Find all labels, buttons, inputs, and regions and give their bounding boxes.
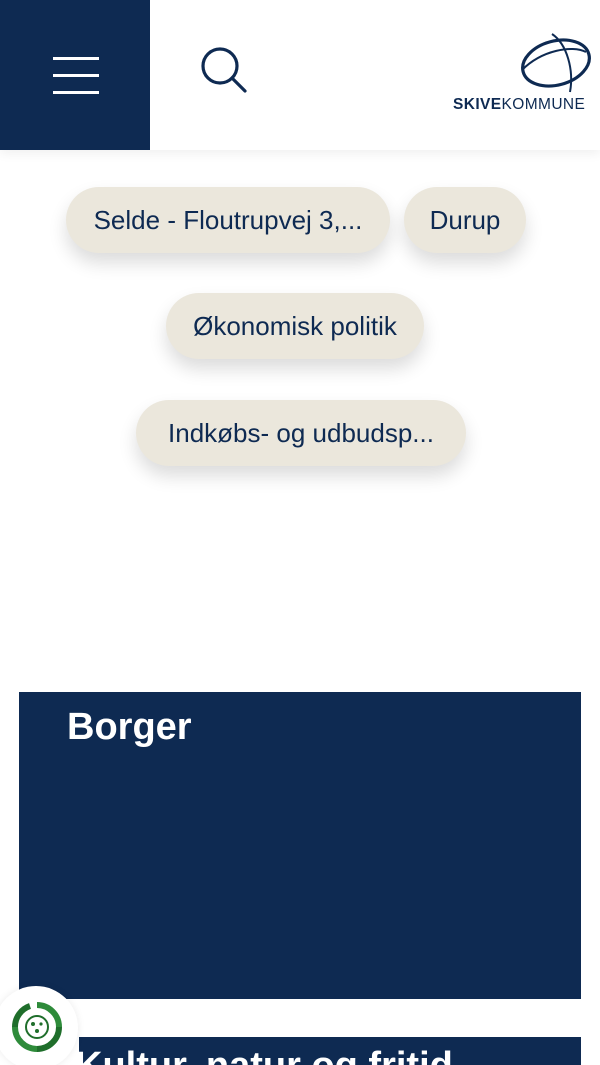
category-card-borger[interactable]: Borger (19, 692, 581, 999)
cookie-consent-icon (11, 1002, 62, 1052)
chip-okonomisk-politik[interactable]: Økonomisk politik (166, 293, 424, 359)
card-title: Borger (67, 706, 192, 748)
logo-text: SKIVEKOMMUNE (453, 96, 586, 113)
menu-button[interactable] (0, 0, 150, 150)
chip-selde-floutrupvej[interactable]: Selde - Floutrupvej 3,... (66, 187, 390, 253)
site-header: SKIVEKOMMUNE (0, 0, 600, 150)
card-title: Kultur, natur og fritid (79, 1045, 453, 1065)
search-icon (201, 47, 247, 93)
search-button[interactable] (198, 44, 250, 96)
skive-kommune-logo[interactable]: SKIVEKOMMUNE (450, 30, 595, 120)
hamburger-menu-icon-bar (53, 91, 99, 94)
hamburger-menu-icon-bar (53, 74, 99, 77)
logo-mark-icon (521, 33, 591, 93)
category-card-kultur[interactable]: Kultur, natur og fritid (79, 1037, 581, 1065)
chip-durup[interactable]: Durup (404, 187, 526, 253)
chip-indkobs-og-udbudspolitik[interactable]: Indkøbs- og udbudsp... (136, 400, 466, 466)
hamburger-menu-icon (53, 57, 99, 60)
